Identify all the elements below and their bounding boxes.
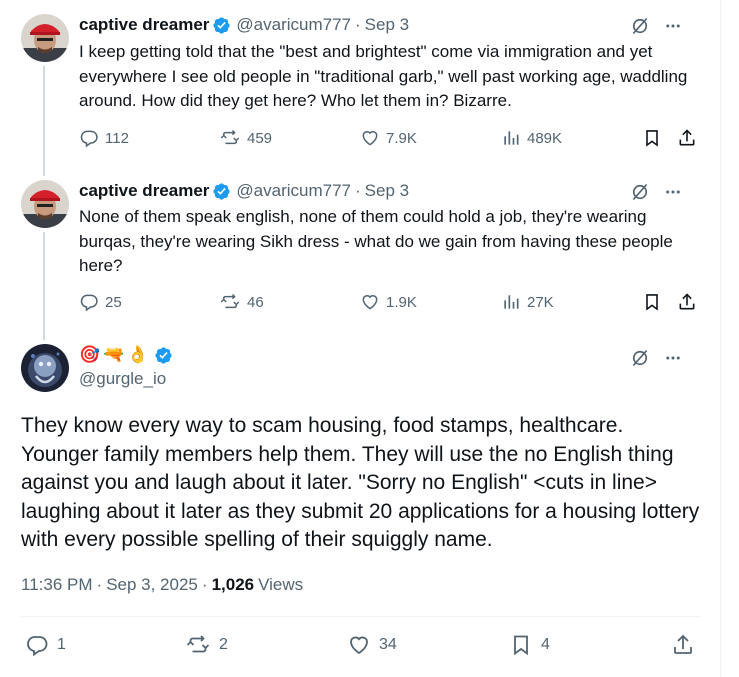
like-count: 34: [379, 636, 397, 653]
separator-dot: ·: [355, 15, 361, 34]
avatar-captive-dreamer[interactable]: [21, 180, 69, 228]
analytics-icon: [501, 292, 521, 312]
views-button[interactable]: 27K: [501, 292, 554, 312]
divider: [21, 616, 701, 617]
display-name[interactable]: captive dreamer: [79, 181, 209, 201]
repost-button[interactable]: 46: [219, 292, 264, 312]
views-label: Views: [258, 575, 304, 594]
verified-badge-icon[interactable]: [154, 346, 173, 365]
grok-icon[interactable]: [630, 348, 650, 368]
bookmark-button[interactable]: [642, 292, 662, 312]
ok-hand-emoji: 👌: [127, 345, 149, 364]
tweet-action-bar: 112 459 7.9K 489K: [79, 128, 699, 152]
verified-badge-icon[interactable]: [212, 182, 231, 201]
pistol-emoji: 🔫: [103, 345, 125, 364]
tweet-top-actions: [630, 182, 682, 202]
verified-badge-icon[interactable]: [212, 16, 231, 35]
reply-count: 25: [105, 293, 122, 311]
user-handle[interactable]: @gurgle_io: [79, 369, 166, 389]
repost-count: 2: [219, 636, 228, 653]
more-icon[interactable]: [664, 349, 682, 367]
like-count: 7.9K: [386, 129, 417, 147]
tweet-header: captive dreamer @avaricum777 · Sep 3: [79, 14, 409, 36]
repost-icon: [219, 128, 241, 148]
like-button[interactable]: 34: [347, 633, 397, 657]
target-emoji: 🎯: [79, 345, 101, 364]
tweet-date[interactable]: Sep 3: [365, 15, 409, 35]
grok-icon[interactable]: [630, 182, 650, 202]
repost-icon: [185, 633, 211, 657]
reply-count: 1: [57, 636, 66, 653]
more-icon[interactable]: [664, 17, 682, 35]
tweet-top-actions: [630, 348, 682, 368]
heart-icon: [360, 128, 380, 148]
conversation-panel: captive dreamer @avaricum777 · Sep 3 I k…: [0, 0, 721, 677]
repost-count: 459: [247, 129, 273, 147]
reply-icon: [79, 128, 99, 148]
repost-icon: [219, 292, 241, 312]
reply-count: 112: [105, 129, 129, 147]
heart-icon: [360, 292, 380, 312]
tweet-date[interactable]: Sep 3: [365, 181, 409, 201]
tweet-text: None of them speak english, none of them…: [79, 207, 673, 275]
separator-dot: ·: [201, 575, 208, 594]
bookmark-button[interactable]: 4: [509, 633, 550, 657]
bookmark-icon: [509, 633, 533, 657]
share-button[interactable]: [677, 292, 697, 312]
display-name[interactable]: 🎯 🔫 👌: [79, 343, 173, 367]
main-tweet-text: They know every way to scam housing, foo…: [21, 414, 700, 552]
bookmark-icon: [642, 292, 662, 312]
views-count: 489K: [527, 129, 563, 147]
bookmark-button[interactable]: [642, 128, 662, 148]
main-tweet-action-bar: 1 2 34 4: [21, 633, 701, 661]
tweet-top-actions: [630, 16, 682, 36]
share-button[interactable]: [677, 128, 697, 148]
like-count: 1.9K: [386, 293, 417, 311]
like-button[interactable]: 1.9K: [360, 292, 417, 312]
tweet-header: captive dreamer @avaricum777 · Sep 3: [79, 180, 409, 202]
display-name[interactable]: captive dreamer: [79, 15, 209, 35]
share-icon: [677, 292, 697, 312]
reply-button[interactable]: 112: [79, 128, 129, 148]
tweet-action-bar: 25 46 1.9K 27K: [79, 292, 699, 316]
thread-connector: [43, 66, 45, 176]
repost-count: 46: [247, 293, 264, 311]
repost-button[interactable]: 459: [219, 128, 272, 148]
tweet-full-date[interactable]: Sep 3, 2025: [106, 575, 198, 595]
tweet-time[interactable]: 11:36 PM: [21, 575, 93, 595]
like-button[interactable]: 7.9K: [360, 128, 417, 148]
user-handle[interactable]: @avaricum777: [236, 181, 351, 201]
thread-connector: [43, 232, 45, 340]
avatar-captive-dreamer[interactable]: [21, 14, 69, 62]
share-icon: [677, 128, 697, 148]
heart-icon: [347, 633, 371, 657]
user-handle[interactable]: @avaricum777: [236, 15, 351, 35]
repost-button[interactable]: 2: [185, 633, 228, 657]
separator-dot: ·: [355, 181, 361, 200]
share-icon: [671, 633, 695, 657]
views-count: 27K: [527, 293, 554, 311]
more-icon[interactable]: [664, 183, 682, 201]
bookmark-icon: [642, 128, 662, 148]
tweet-text: I keep getting told that the "best and b…: [79, 42, 688, 110]
reply-button[interactable]: 1: [25, 633, 66, 657]
avatar-gurgle-io[interactable]: [21, 344, 69, 392]
bookmark-count: 4: [541, 636, 550, 653]
share-button[interactable]: [671, 633, 695, 657]
views-count: 1,026: [211, 575, 255, 594]
tweet-meta: 11:36 PM · Sep 3, 2025 · 1,026 Views: [21, 575, 303, 595]
reply-icon: [79, 292, 99, 312]
separator-dot: ·: [96, 575, 103, 594]
reply-icon: [25, 633, 49, 657]
reply-button[interactable]: 25: [79, 292, 122, 312]
views-button[interactable]: 489K: [501, 128, 562, 148]
analytics-icon: [501, 128, 521, 148]
grok-icon[interactable]: [630, 16, 650, 36]
